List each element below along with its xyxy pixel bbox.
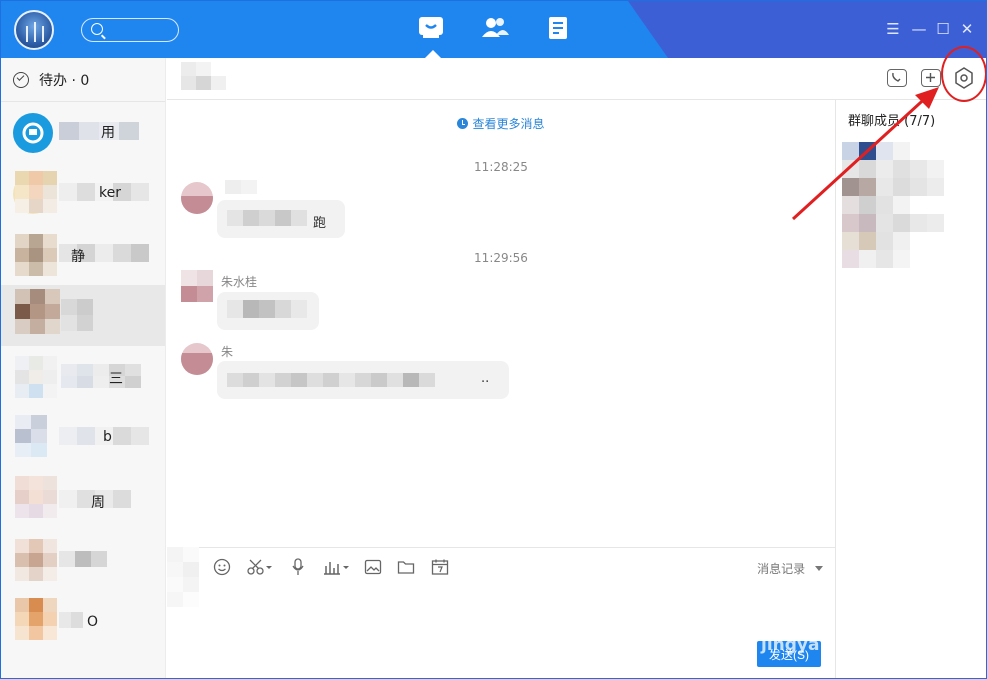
image-icon[interactable] (364, 558, 382, 578)
conversation-name: 周 (91, 495, 105, 511)
message-bubble[interactable] (217, 292, 319, 330)
message-list: 查看更多消息 11:28:25 跑 11:29:56 朱水桂 朱 .. (167, 100, 835, 547)
load-more-link[interactable]: 查看更多消息 (167, 115, 835, 132)
blur-mosaic (225, 180, 257, 194)
maximize-icon[interactable]: ☐ (935, 21, 951, 37)
menu-icon[interactable]: ☰ (885, 21, 901, 37)
top-bar: ☰ — ☐ ✕ (1, 1, 986, 58)
screenshot-icon[interactable] (246, 558, 274, 578)
avatar-decoration (181, 196, 213, 214)
blur-mosaic (181, 270, 213, 302)
blur-mosaic (15, 289, 60, 334)
message-history-label: 消息记录 (757, 562, 806, 576)
annotation-arrow-icon (791, 87, 939, 221)
avatar-decoration (181, 353, 213, 375)
message-avatar[interactable] (181, 182, 213, 214)
nav-messages-icon[interactable] (417, 15, 445, 41)
conversation-item[interactable]: O (1, 590, 165, 651)
conversation-name: 静 (71, 249, 85, 265)
blur-mosaic (59, 551, 107, 567)
message-timestamp: 11:28:25 (474, 160, 528, 174)
conversation-item[interactable]: 三 (1, 346, 165, 407)
message-timestamp: 11:29:56 (474, 251, 528, 265)
my-avatar[interactable] (14, 10, 54, 50)
blur-mosaic (15, 415, 47, 457)
message-avatar[interactable] (181, 270, 213, 302)
message-history-button[interactable]: 消息记录 (757, 560, 823, 577)
message-bubble[interactable]: 跑 (217, 200, 345, 238)
emoji-icon[interactable] (213, 558, 231, 578)
search-input[interactable] (81, 18, 179, 42)
conversation-item[interactable] (1, 529, 165, 590)
blur-mosaic (59, 612, 83, 628)
blur-mosaic (15, 356, 57, 398)
conversation-item[interactable]: 用 (1, 102, 165, 163)
message-sender: 朱水桂 (221, 275, 258, 289)
conversation-item[interactable]: 周 (1, 468, 165, 529)
microphone-icon[interactable] (291, 558, 305, 578)
blur-mosaic (15, 539, 57, 581)
nav-active-indicator (425, 50, 441, 58)
blur-mosaic (15, 171, 57, 213)
message-text: 跑 (313, 216, 327, 231)
blur-mosaic (15, 598, 57, 640)
top-bar-accent (628, 1, 986, 58)
blur-mosaic (61, 364, 141, 388)
nav-contacts-icon[interactable] (480, 15, 509, 41)
message-bubble[interactable]: .. (217, 361, 509, 399)
message-sender: 朱 (221, 345, 234, 359)
todo-label: 待办 · 0 (39, 72, 90, 89)
minimize-icon[interactable]: — (911, 21, 927, 37)
blur-mosaic (227, 373, 435, 387)
conversation-item[interactable]: b (1, 407, 165, 468)
blur-mosaic (61, 299, 93, 331)
clock-icon (457, 118, 469, 129)
conversation-sidebar: 待办 · 0 用 ker 静 三 b 周 O (1, 58, 166, 678)
calendar-icon[interactable] (431, 558, 449, 578)
conversation-item[interactable]: ker (1, 163, 165, 224)
conversation-item-active[interactable] (1, 285, 165, 346)
blur-mosaic (167, 547, 199, 607)
nav-workbench-icon[interactable] (546, 15, 574, 41)
conversation-name: 用 (101, 125, 115, 141)
folder-icon[interactable] (397, 558, 415, 578)
chart-icon[interactable] (322, 558, 350, 578)
blur-mosaic (15, 234, 57, 276)
blur-mosaic (181, 62, 226, 90)
avatar-decoration (26, 26, 28, 42)
composer-toolbar: 消息记录 (167, 547, 835, 587)
conversation-name: b (103, 429, 112, 445)
avatar-decoration (42, 26, 44, 42)
conversation-item[interactable]: 静 (1, 224, 165, 285)
load-more-label: 查看更多消息 (472, 117, 545, 131)
search-icon (91, 23, 103, 35)
avatar-decoration (34, 22, 36, 42)
close-icon[interactable]: ✕ (959, 21, 975, 37)
blur-mosaic (227, 210, 307, 226)
message-text: .. (481, 371, 490, 386)
conversation-name: 三 (109, 371, 123, 387)
blur-mosaic (15, 476, 57, 518)
todo-row[interactable]: 待办 · 0 (1, 58, 165, 102)
conversation-name: ker (99, 185, 121, 201)
send-button[interactable]: 发送(S) (757, 641, 821, 667)
conversation-name: O (87, 614, 99, 630)
app-window: ☰ — ☐ ✕ 待办 · 0 用 ker 静 三 b 周 O 查看更多消息 11… (0, 0, 987, 679)
blur-mosaic (59, 122, 139, 140)
message-avatar[interactable] (181, 343, 213, 375)
blur-mosaic (227, 300, 307, 318)
todo-check-icon (13, 71, 29, 88)
message-input[interactable]: 发送(S) jingya (167, 547, 835, 678)
conversation-avatar (13, 112, 53, 153)
caret-down-icon (815, 566, 823, 571)
